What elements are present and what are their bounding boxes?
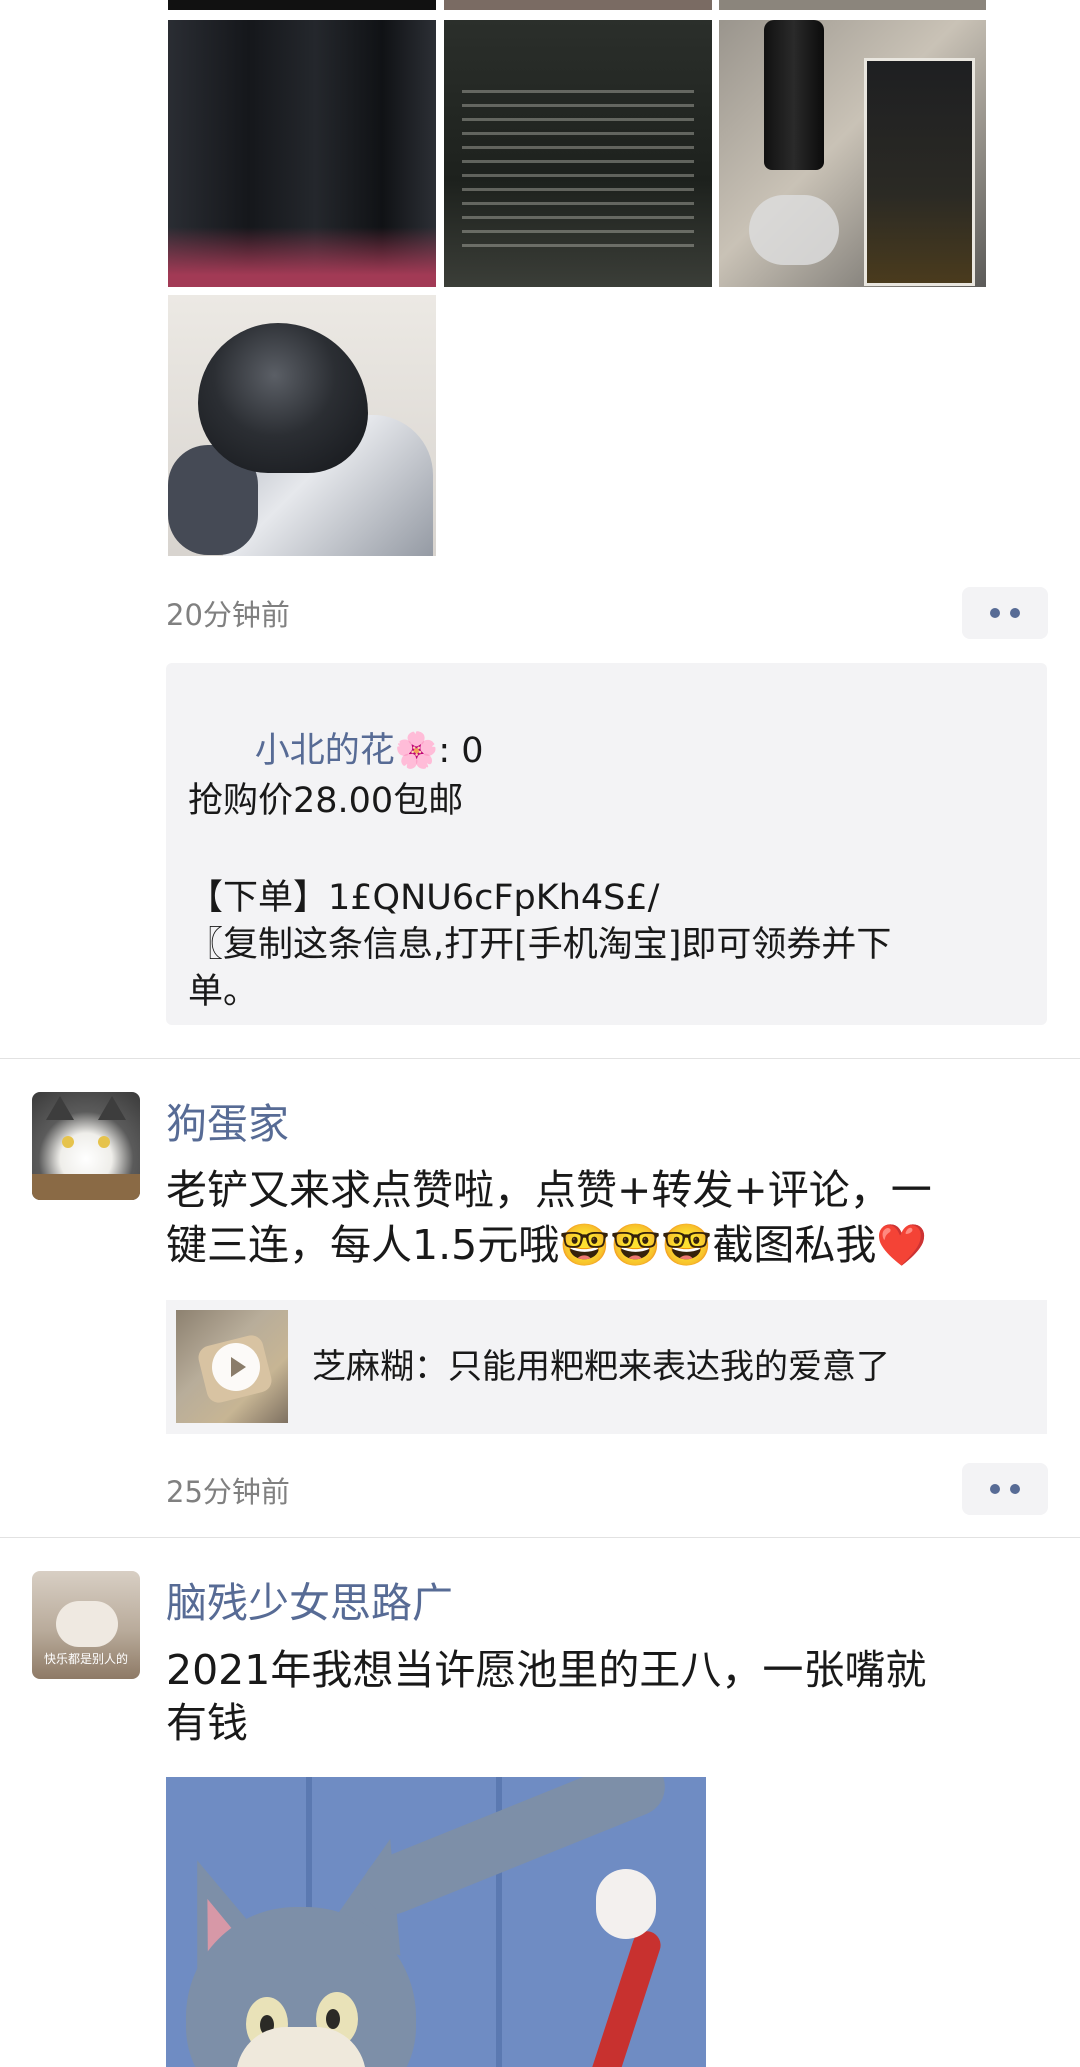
post-divider — [0, 1537, 1080, 1538]
play-icon — [212, 1343, 260, 1391]
more-actions-button[interactable] — [962, 587, 1048, 639]
post-image-product-box[interactable] — [444, 20, 712, 287]
more-dots-icon — [990, 1484, 1000, 1494]
watermark: 计数中国 — [862, 1974, 1054, 2025]
post-text-line: 有钱 — [166, 1699, 248, 1747]
post-text-line: 2021年我想当许愿池里的王八，一张嘴就 — [166, 1646, 927, 1694]
shared-video-card[interactable]: 芝麻糊：只能用粑粑来表达我的爱意了 — [166, 1300, 1047, 1434]
avatar[interactable]: 快乐都是别人的 — [32, 1571, 140, 1679]
comment-line: 【下单】1£QNU6cFpKh4S£/ — [188, 878, 660, 918]
image-strip-top — [168, 0, 986, 10]
comment-first-line: 0 — [461, 731, 484, 771]
comments-panel: 小北的花🌸: 0 抢购价28.00包邮 【下单】1£QNU6cFpKh4S£/ … — [166, 663, 1047, 1025]
comment-line: 抢购价28.00包邮 — [188, 781, 464, 821]
comment-line: 单。 — [188, 972, 259, 1012]
post-author[interactable]: 狗蛋家 — [166, 1098, 289, 1150]
post-text-line: 键三连，每人1.5元哦🤓🤓🤓截图私我❤️ — [166, 1219, 927, 1272]
post-image-product-bottle[interactable] — [719, 20, 986, 287]
post-timestamp: 20分钟前 — [166, 598, 290, 632]
post-divider — [0, 1058, 1080, 1059]
avatar-caption: 快乐都是别人的 — [43, 1652, 128, 1666]
shared-video-title: 芝麻糊：只能用粑粑来表达我的爱意了 — [312, 1347, 890, 1387]
heart-emoji: ❤️ — [876, 1221, 928, 1269]
post-image-cartoon-cat[interactable] — [166, 1777, 706, 2067]
post-timestamp: 25分钟前 — [166, 1475, 290, 1509]
post-image-hair[interactable] — [168, 20, 436, 287]
more-dots-icon — [990, 608, 1000, 618]
comment-author[interactable]: 小北的花🌸 — [255, 731, 439, 771]
comment-line: 〖复制这条信息,打开[手机淘宝]即可领券并下 — [188, 925, 892, 965]
shared-video-thumbnail — [176, 1310, 288, 1423]
post-text-line: 老铲又来求点赞啦，点赞+转发+评论，一 — [166, 1166, 932, 1214]
nerd-face-emoji: 🤓🤓🤓 — [559, 1221, 713, 1269]
post-image-hair-dye-result[interactable] — [168, 295, 436, 556]
more-actions-button[interactable] — [962, 1463, 1048, 1515]
avatar[interactable] — [32, 1092, 140, 1200]
post-author[interactable]: 脑残少女思路广 — [166, 1577, 453, 1629]
